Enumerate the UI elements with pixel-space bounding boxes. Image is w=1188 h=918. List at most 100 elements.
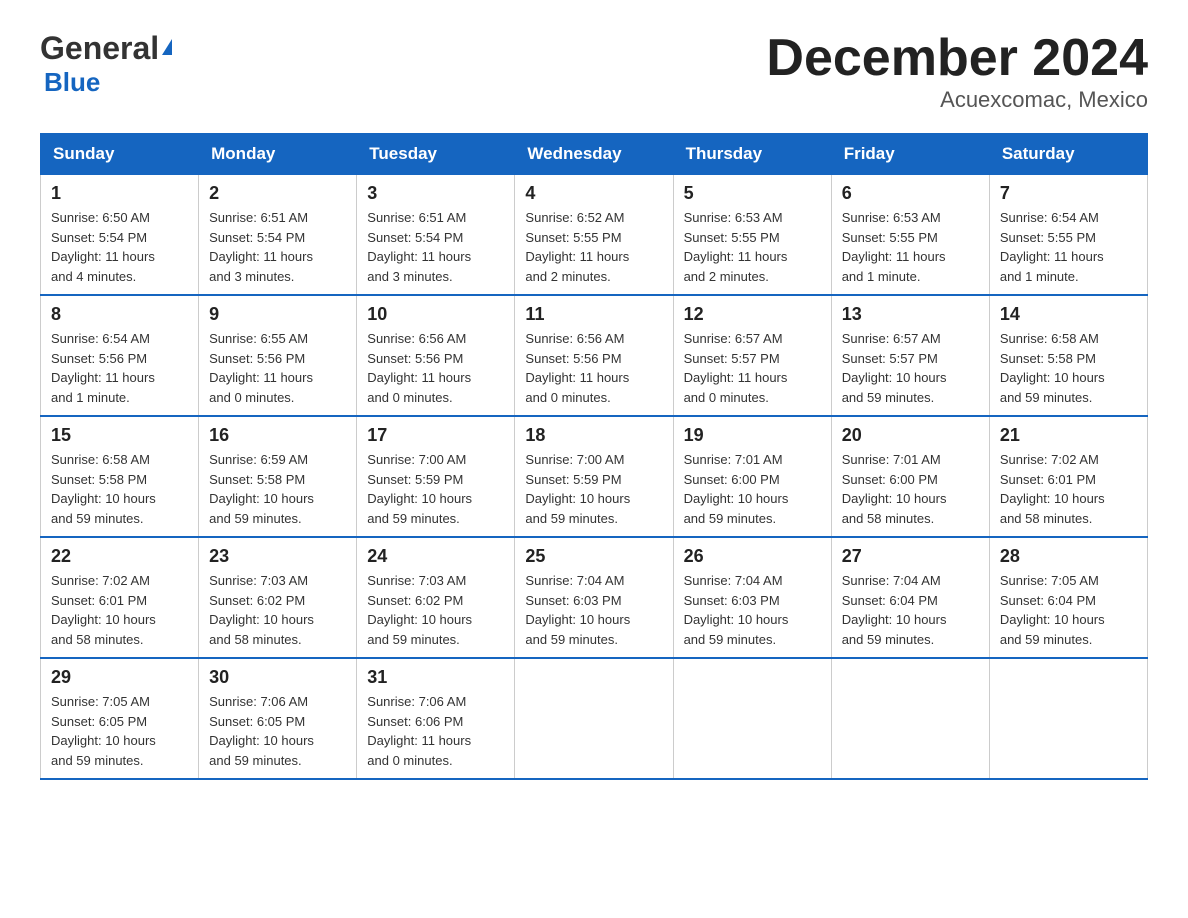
day-info: Sunrise: 6:53 AM Sunset: 5:55 PM Dayligh… [842, 208, 979, 286]
day-number: 15 [51, 425, 188, 446]
header-thursday: Thursday [673, 134, 831, 175]
calendar-cell: 17 Sunrise: 7:00 AM Sunset: 5:59 PM Dayli… [357, 416, 515, 537]
logo: General Blue [40, 30, 172, 98]
page-header: General Blue December 2024 Acuexcomac, M… [40, 30, 1148, 113]
day-number: 21 [1000, 425, 1137, 446]
day-number: 29 [51, 667, 188, 688]
header-friday: Friday [831, 134, 989, 175]
day-info: Sunrise: 7:02 AM Sunset: 6:01 PM Dayligh… [1000, 450, 1137, 528]
calendar-cell: 22 Sunrise: 7:02 AM Sunset: 6:01 PM Dayli… [41, 537, 199, 658]
header-tuesday: Tuesday [357, 134, 515, 175]
day-number: 13 [842, 304, 979, 325]
calendar-cell: 5 Sunrise: 6:53 AM Sunset: 5:55 PM Daylig… [673, 175, 831, 296]
day-number: 24 [367, 546, 504, 567]
calendar-cell: 19 Sunrise: 7:01 AM Sunset: 6:00 PM Dayli… [673, 416, 831, 537]
logo-triangle-icon [162, 39, 172, 55]
calendar-cell: 16 Sunrise: 6:59 AM Sunset: 5:58 PM Dayli… [199, 416, 357, 537]
calendar-cell: 31 Sunrise: 7:06 AM Sunset: 6:06 PM Dayli… [357, 658, 515, 779]
calendar-cell: 18 Sunrise: 7:00 AM Sunset: 5:59 PM Dayli… [515, 416, 673, 537]
calendar-cell: 10Sunrise: 6:56 AM Sunset: 5:56 PM Dayli… [357, 295, 515, 416]
calendar-cell: 30 Sunrise: 7:06 AM Sunset: 6:05 PM Dayli… [199, 658, 357, 779]
day-number: 6 [842, 183, 979, 204]
day-info: Sunrise: 7:06 AM Sunset: 6:05 PM Dayligh… [209, 692, 346, 770]
day-number: 18 [525, 425, 662, 446]
header-sunday: Sunday [41, 134, 199, 175]
day-number: 9 [209, 304, 346, 325]
day-number: 11 [525, 304, 662, 325]
day-info: Sunrise: 7:00 AM Sunset: 5:59 PM Dayligh… [525, 450, 662, 528]
calendar-cell: 27Sunrise: 7:04 AM Sunset: 6:04 PM Dayli… [831, 537, 989, 658]
day-info: Sunrise: 6:53 AM Sunset: 5:55 PM Dayligh… [684, 208, 821, 286]
day-number: 22 [51, 546, 188, 567]
calendar-week-row: 8 Sunrise: 6:54 AM Sunset: 5:56 PM Daylig… [41, 295, 1148, 416]
day-info: Sunrise: 6:58 AM Sunset: 5:58 PM Dayligh… [1000, 329, 1137, 407]
day-number: 31 [367, 667, 504, 688]
day-info: Sunrise: 7:00 AM Sunset: 5:59 PM Dayligh… [367, 450, 504, 528]
day-number: 26 [684, 546, 821, 567]
day-number: 30 [209, 667, 346, 688]
calendar-cell: 8 Sunrise: 6:54 AM Sunset: 5:56 PM Daylig… [41, 295, 199, 416]
day-info: Sunrise: 6:51 AM Sunset: 5:54 PM Dayligh… [209, 208, 346, 286]
calendar-cell: 24 Sunrise: 7:03 AM Sunset: 6:02 PM Dayli… [357, 537, 515, 658]
day-number: 8 [51, 304, 188, 325]
day-number: 3 [367, 183, 504, 204]
day-info: Sunrise: 7:03 AM Sunset: 6:02 PM Dayligh… [209, 571, 346, 649]
day-number: 14 [1000, 304, 1137, 325]
page-title: December 2024 [766, 30, 1148, 87]
calendar-cell: 12Sunrise: 6:57 AM Sunset: 5:57 PM Dayli… [673, 295, 831, 416]
day-info: Sunrise: 6:51 AM Sunset: 5:54 PM Dayligh… [367, 208, 504, 286]
day-info: Sunrise: 6:56 AM Sunset: 5:56 PM Dayligh… [525, 329, 662, 407]
day-number: 1 [51, 183, 188, 204]
calendar-cell [673, 658, 831, 779]
day-info: Sunrise: 6:54 AM Sunset: 5:56 PM Dayligh… [51, 329, 188, 407]
day-info: Sunrise: 6:55 AM Sunset: 5:56 PM Dayligh… [209, 329, 346, 407]
day-info: Sunrise: 7:04 AM Sunset: 6:03 PM Dayligh… [684, 571, 821, 649]
day-info: Sunrise: 6:52 AM Sunset: 5:55 PM Dayligh… [525, 208, 662, 286]
day-number: 27 [842, 546, 979, 567]
day-info: Sunrise: 6:59 AM Sunset: 5:58 PM Dayligh… [209, 450, 346, 528]
calendar-cell: 7Sunrise: 6:54 AM Sunset: 5:55 PM Daylig… [989, 175, 1147, 296]
calendar-cell: 29Sunrise: 7:05 AM Sunset: 6:05 PM Dayli… [41, 658, 199, 779]
calendar-cell: 11 Sunrise: 6:56 AM Sunset: 5:56 PM Dayli… [515, 295, 673, 416]
calendar-week-row: 15Sunrise: 6:58 AM Sunset: 5:58 PM Dayli… [41, 416, 1148, 537]
calendar-week-row: 1 Sunrise: 6:50 AM Sunset: 5:54 PM Daylig… [41, 175, 1148, 296]
day-number: 10 [367, 304, 504, 325]
day-info: Sunrise: 7:01 AM Sunset: 6:00 PM Dayligh… [684, 450, 821, 528]
day-number: 23 [209, 546, 346, 567]
calendar-cell [515, 658, 673, 779]
day-info: Sunrise: 7:02 AM Sunset: 6:01 PM Dayligh… [51, 571, 188, 649]
day-number: 16 [209, 425, 346, 446]
calendar-cell: 4 Sunrise: 6:52 AM Sunset: 5:55 PM Daylig… [515, 175, 673, 296]
day-info: Sunrise: 6:50 AM Sunset: 5:54 PM Dayligh… [51, 208, 188, 286]
logo-general: General [40, 30, 159, 67]
day-number: 17 [367, 425, 504, 446]
calendar-cell: 6 Sunrise: 6:53 AM Sunset: 5:55 PM Daylig… [831, 175, 989, 296]
calendar-cell: 25Sunrise: 7:04 AM Sunset: 6:03 PM Dayli… [515, 537, 673, 658]
day-number: 20 [842, 425, 979, 446]
calendar-cell: 2 Sunrise: 6:51 AM Sunset: 5:54 PM Daylig… [199, 175, 357, 296]
calendar-cell: 9 Sunrise: 6:55 AM Sunset: 5:56 PM Daylig… [199, 295, 357, 416]
calendar-cell [831, 658, 989, 779]
page-subtitle: Acuexcomac, Mexico [766, 87, 1148, 113]
header-wednesday: Wednesday [515, 134, 673, 175]
day-number: 28 [1000, 546, 1137, 567]
calendar-cell: 15Sunrise: 6:58 AM Sunset: 5:58 PM Dayli… [41, 416, 199, 537]
day-info: Sunrise: 7:01 AM Sunset: 6:00 PM Dayligh… [842, 450, 979, 528]
day-info: Sunrise: 6:57 AM Sunset: 5:57 PM Dayligh… [842, 329, 979, 407]
calendar-cell: 14 Sunrise: 6:58 AM Sunset: 5:58 PM Dayli… [989, 295, 1147, 416]
day-number: 19 [684, 425, 821, 446]
day-number: 4 [525, 183, 662, 204]
calendar-cell: 3 Sunrise: 6:51 AM Sunset: 5:54 PM Daylig… [357, 175, 515, 296]
day-number: 5 [684, 183, 821, 204]
day-info: Sunrise: 7:03 AM Sunset: 6:02 PM Dayligh… [367, 571, 504, 649]
day-number: 12 [684, 304, 821, 325]
calendar-cell: 13 Sunrise: 6:57 AM Sunset: 5:57 PM Dayli… [831, 295, 989, 416]
calendar-cell: 20 Sunrise: 7:01 AM Sunset: 6:00 PM Dayli… [831, 416, 989, 537]
logo-blue: Blue [44, 67, 172, 98]
day-number: 2 [209, 183, 346, 204]
calendar-cell [989, 658, 1147, 779]
calendar-cell: 21 Sunrise: 7:02 AM Sunset: 6:01 PM Dayli… [989, 416, 1147, 537]
calendar-cell: 26 Sunrise: 7:04 AM Sunset: 6:03 PM Dayli… [673, 537, 831, 658]
day-info: Sunrise: 7:06 AM Sunset: 6:06 PM Dayligh… [367, 692, 504, 770]
calendar-cell: 1 Sunrise: 6:50 AM Sunset: 5:54 PM Daylig… [41, 175, 199, 296]
